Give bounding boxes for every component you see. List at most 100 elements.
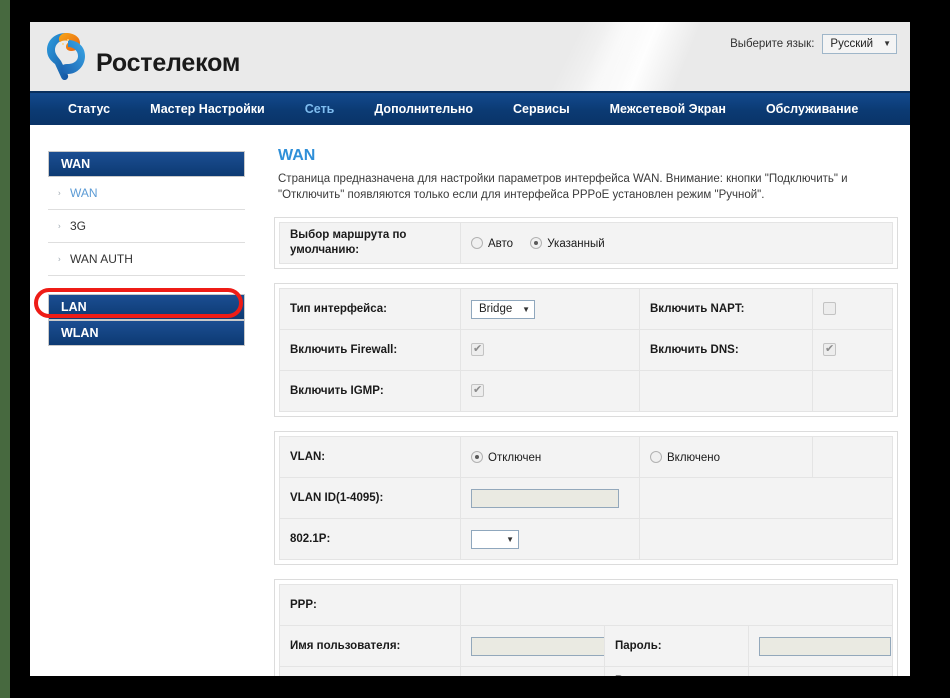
- chevron-right-icon: ›: [58, 221, 61, 231]
- firewall-label: Включить Firewall:: [279, 329, 461, 371]
- sidebar-item-3g[interactable]: › 3G: [48, 210, 245, 243]
- chevron-right-icon: ›: [58, 188, 61, 198]
- brand-logo: Ростелеком: [44, 30, 240, 84]
- napt-checkbox[interactable]: [823, 302, 836, 315]
- panel-vlan: VLAN: Отключен Включено VLAN ID(1-4095):: [274, 431, 898, 565]
- main-navigation: Статус Мастер Настройки Сеть Дополнитель…: [30, 91, 910, 125]
- sidebar-group-lan[interactable]: LAN: [48, 294, 245, 320]
- connection-cell: Постоянно ▼: [460, 666, 605, 676]
- table-row: Выбор маршрута по умолчанию: Авто Указан…: [279, 222, 893, 264]
- dns-cell: [812, 329, 893, 371]
- vlan-empty-cell-2: [639, 477, 893, 519]
- dot1p-cell: ▼: [460, 518, 640, 560]
- password-input[interactable]: [759, 636, 891, 656]
- radio-vlan-off[interactable]: [471, 450, 483, 463]
- sidebar-item-wan-auth[interactable]: › WAN AUTH: [48, 243, 245, 276]
- sidebar-group-wlan[interactable]: WLAN: [48, 320, 245, 346]
- main-content: WAN Страница предназначена для настройки…: [270, 125, 910, 676]
- nav-item-firewall[interactable]: Межсетевой Экран: [590, 102, 746, 116]
- radio-vlan-on-label: Включено: [667, 451, 721, 464]
- screenshot-root: Ростелеком Выберите язык: Русский ▼ Стат…: [0, 0, 950, 698]
- radio-specified-label: Указанный: [547, 237, 605, 250]
- table-row: Включить IGMP:: [279, 370, 893, 412]
- radio-vlan-off-label: Отключен: [488, 451, 542, 464]
- sidebar-item-wan[interactable]: › WAN: [48, 177, 245, 210]
- table-row: 802.1P: ▼: [279, 518, 893, 560]
- table-row: VLAN: Отключен Включено: [279, 436, 893, 478]
- idle-time-cell: [748, 666, 893, 676]
- dot1p-select[interactable]: ▼: [471, 529, 519, 549]
- language-selector-area: Выберите язык: Русский ▼: [730, 34, 897, 54]
- radio-auto-label: Авто: [488, 237, 514, 250]
- page-title: WAN: [278, 147, 316, 164]
- dot1p-label: 802.1P:: [279, 518, 461, 560]
- radio-vlan-on[interactable]: [650, 450, 662, 463]
- napt-cell: [812, 288, 893, 330]
- table-row: Включить Firewall: Включить DNS:: [279, 329, 893, 371]
- dns-label: Включить DNS:: [639, 329, 813, 371]
- interface-empty-cell-1: [639, 370, 813, 412]
- sidebar-item-label: WAN AUTH: [70, 252, 133, 266]
- igmp-cell: [460, 370, 640, 412]
- panel-interface: Тип интерфейса: Bridge ▼ Включить NAPT:: [274, 283, 898, 417]
- igmp-checkbox[interactable]: [471, 383, 484, 397]
- ppp-empty-cell-1: [460, 584, 893, 626]
- chevron-down-icon: ▼: [522, 304, 530, 314]
- nav-item-maintenance[interactable]: Обслуживание: [746, 102, 878, 116]
- interface-type-value: Bridge: [479, 303, 513, 315]
- vlan-empty-cell-3: [639, 518, 893, 560]
- nav-item-setup-wizard[interactable]: Мастер Настройки: [130, 102, 285, 116]
- nav-item-network[interactable]: Сеть: [285, 102, 355, 116]
- username-cell: [460, 625, 606, 667]
- language-label: Выберите язык:: [730, 38, 815, 50]
- radio-auto[interactable]: [471, 236, 483, 249]
- chevron-down-icon: ▼: [506, 534, 514, 544]
- language-selected-value: Русский: [830, 38, 874, 50]
- header-gloss-decoration-2: [455, 22, 705, 91]
- interface-type-cell: Bridge ▼: [460, 288, 640, 330]
- table-row: PPP:: [279, 584, 893, 626]
- page-description: Страница предназначена для настройки пар…: [278, 173, 848, 201]
- router-admin-page: Ростелеком Выберите язык: Русский ▼ Стат…: [30, 22, 910, 676]
- napt-label: Включить NAPT:: [639, 288, 813, 330]
- vlan-label: VLAN:: [279, 436, 461, 478]
- nav-item-advanced[interactable]: Дополнительно: [354, 102, 493, 116]
- default-route-table: Выбор маршрута по умолчанию: Авто Указан…: [279, 222, 893, 264]
- nav-item-services[interactable]: Сервисы: [493, 102, 590, 116]
- table-row: Подключение: Постоянно ▼ Время простоя (…: [279, 666, 893, 676]
- vlan-off-cell: Отключен: [460, 436, 640, 478]
- page-header: Ростелеком Выберите язык: Русский ▼: [30, 22, 910, 91]
- ppp-label: PPP:: [279, 584, 461, 626]
- language-select[interactable]: Русский ▼: [822, 34, 897, 54]
- nav-item-status[interactable]: Статус: [48, 102, 130, 116]
- firewall-checkbox[interactable]: [471, 342, 484, 356]
- table-row: Тип интерфейса: Bridge ▼ Включить NAPT:: [279, 288, 893, 330]
- firewall-cell: [460, 329, 640, 371]
- vlan-id-input[interactable]: [471, 488, 619, 508]
- table-row: Имя пользователя: Пароль:: [279, 625, 893, 667]
- connection-label: Подключение:: [279, 666, 461, 676]
- sidebar-group-wan[interactable]: WAN: [48, 151, 245, 177]
- idle-time-label: Время простоя (мин):: [604, 666, 749, 676]
- sidebar-item-label: 3G: [70, 219, 87, 233]
- panel-ppp: PPP: Имя пользователя: Пароль:: [274, 579, 898, 676]
- interface-empty-cell-2: [812, 370, 893, 412]
- username-input[interactable]: [471, 636, 606, 656]
- vlan-empty-cell-1: [812, 436, 893, 478]
- interface-table: Тип интерфейса: Bridge ▼ Включить NAPT:: [279, 288, 893, 412]
- sidebar-item-label: WAN: [70, 186, 98, 200]
- interface-type-select[interactable]: Bridge ▼: [471, 299, 535, 319]
- password-label: Пароль:: [604, 625, 749, 667]
- radio-specified[interactable]: [530, 236, 543, 249]
- chevron-down-icon: ▼: [883, 39, 891, 48]
- dns-checkbox[interactable]: [823, 342, 836, 356]
- page-body: WAN › WAN › 3G › WAN AUTH LAN WLAN WAN С…: [30, 125, 910, 676]
- chevron-right-icon: ›: [58, 254, 61, 264]
- brand-name: Ростелеком: [96, 48, 241, 77]
- interface-type-label: Тип интерфейса:: [279, 288, 461, 330]
- vlan-table: VLAN: Отключен Включено VLAN ID(1-4095):: [279, 436, 893, 560]
- vlan-id-cell: [460, 477, 640, 519]
- ppp-table: PPP: Имя пользователя: Пароль:: [279, 584, 893, 676]
- default-route-label: Выбор маршрута по умолчанию:: [279, 222, 461, 264]
